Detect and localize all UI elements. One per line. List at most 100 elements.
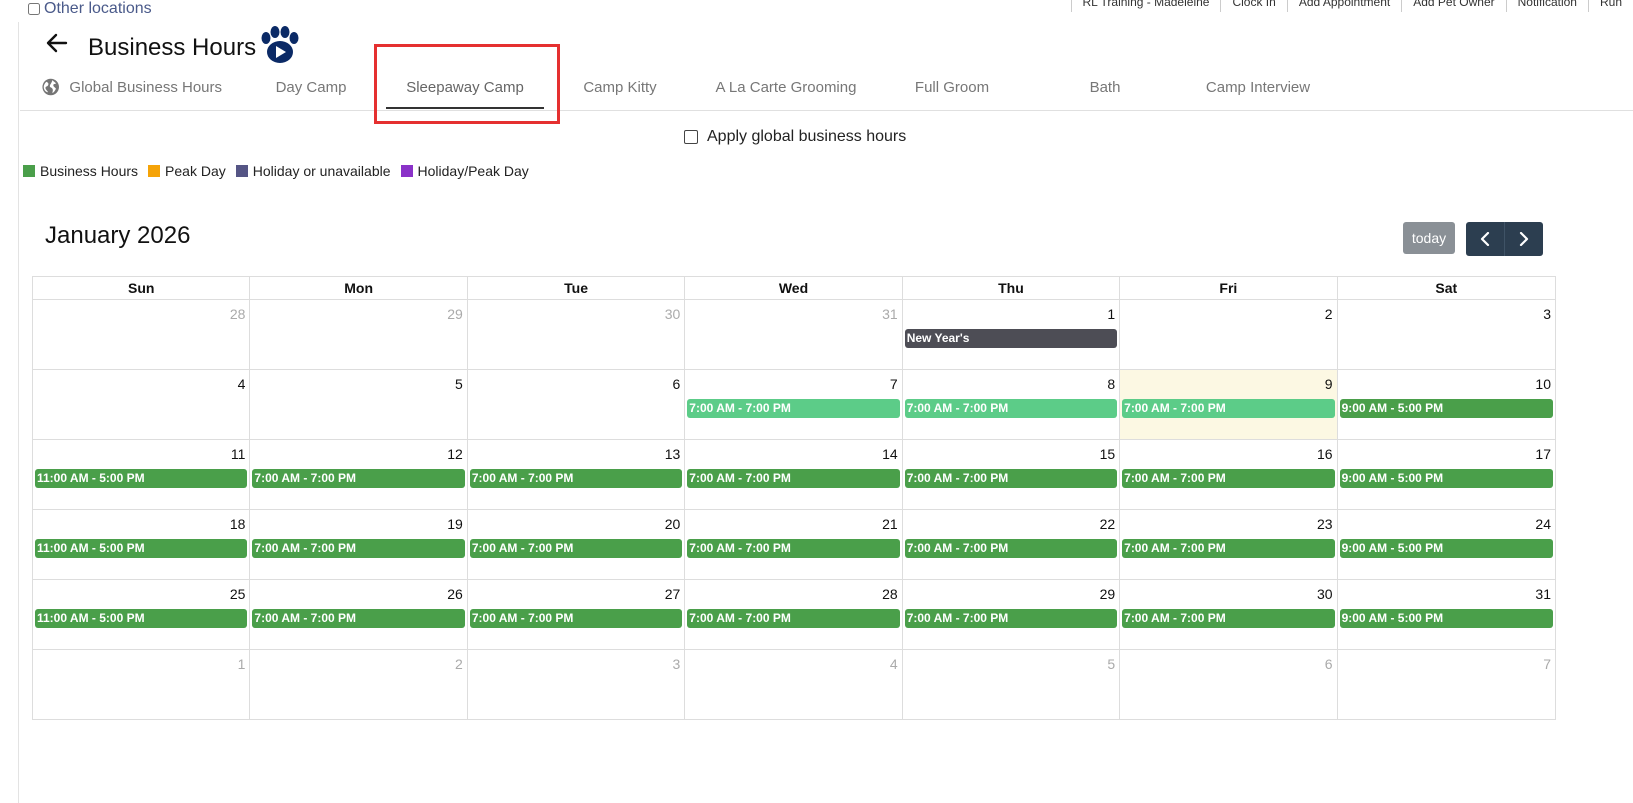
tab-sleepaway-camp[interactable]: Sleepaway Camp <box>386 64 544 110</box>
calendar-day-cell[interactable]: 1 <box>33 650 251 719</box>
holiday-event[interactable]: New Year's <box>904 329 1118 348</box>
business-hours-event[interactable]: 7:00 AM - 7:00 PM <box>687 609 900 628</box>
day-number[interactable]: 16 <box>1317 446 1333 462</box>
business-hours-event[interactable]: 11:00 AM - 5:00 PM <box>35 469 248 488</box>
business-hours-event[interactable]: 7:00 AM - 7:00 PM <box>687 539 900 558</box>
nav-add-pet-owner[interactable]: Add Pet Owner <box>1401 0 1505 12</box>
calendar-day-cell[interactable]: 22 7:00 AM - 7:00 PM <box>903 510 1121 579</box>
tab-a-la-carte-grooming[interactable]: A La Carte Grooming <box>706 64 866 110</box>
calendar-day-cell[interactable]: 5 <box>250 370 468 439</box>
apply-global-toggle[interactable]: Apply global business hours <box>684 128 906 146</box>
day-number[interactable]: 22 <box>1100 516 1116 532</box>
business-hours-event[interactable]: 7:00 AM - 7:00 PM <box>1122 469 1335 488</box>
calendar-day-cell[interactable]: 11 11:00 AM - 5:00 PM <box>33 440 251 509</box>
prev-month-button[interactable] <box>1466 222 1504 256</box>
calendar-day-cell[interactable]: 12 7:00 AM - 7:00 PM <box>250 440 468 509</box>
day-number[interactable]: 17 <box>1535 446 1551 462</box>
day-number[interactable]: 18 <box>230 516 246 532</box>
other-locations-checkbox[interactable] <box>28 3 40 15</box>
calendar-day-cell[interactable]: 16 7:00 AM - 7:00 PM <box>1120 440 1338 509</box>
calendar-day-cell[interactable]: 8 7:00 AM - 7:00 PM <box>903 370 1121 439</box>
tab-bath[interactable]: Bath <box>1060 64 1150 110</box>
day-number[interactable]: 29 <box>447 306 463 322</box>
business-hours-event[interactable]: 11:00 AM - 5:00 PM <box>35 539 248 558</box>
calendar-day-cell[interactable]: 31 <box>685 300 903 369</box>
calendar-day-cell[interactable]: 13 7:00 AM - 7:00 PM <box>468 440 686 509</box>
calendar-day-cell[interactable]: 15 7:00 AM - 7:00 PM <box>903 440 1121 509</box>
business-hours-event[interactable]: 7:00 AM - 7:00 PM <box>904 539 1118 558</box>
calendar-day-cell[interactable]: 30 <box>468 300 686 369</box>
day-number[interactable]: 23 <box>1317 516 1333 532</box>
day-number[interactable]: 6 <box>672 376 680 392</box>
tab-camp-interview[interactable]: Camp Interview <box>1196 64 1320 110</box>
day-number[interactable]: 1 <box>1107 306 1115 322</box>
calendar-day-cell[interactable]: 1 New Year's <box>903 300 1121 369</box>
calendar-day-cell[interactable]: 6 <box>1120 650 1338 719</box>
calendar-day-cell[interactable]: 5 <box>903 650 1121 719</box>
day-number[interactable]: 1 <box>238 656 246 672</box>
day-number[interactable]: 28 <box>882 586 898 602</box>
day-number[interactable]: 3 <box>1543 306 1551 322</box>
day-number[interactable]: 2 <box>455 656 463 672</box>
business-hours-event[interactable]: 7:00 AM - 7:00 PM <box>1122 399 1335 418</box>
business-hours-event[interactable]: 7:00 AM - 7:00 PM <box>1122 539 1335 558</box>
calendar-day-cell[interactable]: 21 7:00 AM - 7:00 PM <box>685 510 903 579</box>
other-locations-toggle[interactable]: Other locations <box>28 0 152 18</box>
calendar-day-cell[interactable]: 28 7:00 AM - 7:00 PM <box>685 580 903 649</box>
day-number[interactable]: 30 <box>665 306 681 322</box>
calendar-day-cell[interactable]: 10 9:00 AM - 5:00 PM <box>1338 370 1555 439</box>
day-number[interactable]: 9 <box>1325 376 1333 392</box>
calendar-day-cell[interactable]: 30 7:00 AM - 7:00 PM <box>1120 580 1338 649</box>
day-number[interactable]: 10 <box>1535 376 1551 392</box>
tab-camp-kitty[interactable]: Camp Kitty <box>570 64 670 110</box>
calendar-day-cell[interactable]: 3 <box>468 650 686 719</box>
business-hours-event[interactable]: 9:00 AM - 5:00 PM <box>1339 539 1553 558</box>
business-hours-event[interactable]: 7:00 AM - 7:00 PM <box>469 539 683 558</box>
business-hours-event[interactable]: 7:00 AM - 7:00 PM <box>687 399 900 418</box>
calendar-day-cell[interactable]: 29 7:00 AM - 7:00 PM <box>903 580 1121 649</box>
day-number[interactable]: 31 <box>882 306 898 322</box>
day-number[interactable]: 30 <box>1317 586 1333 602</box>
business-hours-event[interactable]: 11:00 AM - 5:00 PM <box>35 609 248 628</box>
calendar-day-cell[interactable]: 26 7:00 AM - 7:00 PM <box>250 580 468 649</box>
calendar-day-cell[interactable]: 31 9:00 AM - 5:00 PM <box>1338 580 1555 649</box>
business-hours-event[interactable]: 7:00 AM - 7:00 PM <box>469 469 683 488</box>
day-number[interactable]: 5 <box>1107 656 1115 672</box>
day-number[interactable]: 21 <box>882 516 898 532</box>
next-month-button[interactable] <box>1504 222 1543 256</box>
day-number[interactable]: 2 <box>1325 306 1333 322</box>
calendar-day-cell[interactable]: 28 <box>33 300 251 369</box>
business-hours-event[interactable]: 9:00 AM - 5:00 PM <box>1339 469 1553 488</box>
day-number[interactable]: 11 <box>231 446 246 462</box>
day-number[interactable]: 7 <box>1543 656 1551 672</box>
calendar-day-cell[interactable]: 17 9:00 AM - 5:00 PM <box>1338 440 1555 509</box>
day-number[interactable]: 14 <box>882 446 898 462</box>
apply-global-checkbox[interactable] <box>684 130 698 144</box>
business-hours-event[interactable]: 7:00 AM - 7:00 PM <box>469 609 683 628</box>
day-number[interactable]: 4 <box>890 656 898 672</box>
calendar-day-cell[interactable]: 20 7:00 AM - 7:00 PM <box>468 510 686 579</box>
day-number[interactable]: 6 <box>1325 656 1333 672</box>
day-number[interactable]: 25 <box>230 586 246 602</box>
business-hours-event[interactable]: 7:00 AM - 7:00 PM <box>1122 609 1335 628</box>
day-number[interactable]: 26 <box>447 586 463 602</box>
calendar-day-cell[interactable]: 7 7:00 AM - 7:00 PM <box>685 370 903 439</box>
calendar-day-cell[interactable]: 18 11:00 AM - 5:00 PM <box>33 510 251 579</box>
calendar-day-cell[interactable]: 29 <box>250 300 468 369</box>
calendar-day-cell[interactable]: 27 7:00 AM - 7:00 PM <box>468 580 686 649</box>
calendar-day-cell[interactable]: 25 11:00 AM - 5:00 PM <box>33 580 251 649</box>
business-hours-event[interactable]: 7:00 AM - 7:00 PM <box>904 469 1118 488</box>
paw-play-icon[interactable] <box>258 26 302 64</box>
day-number[interactable]: 31 <box>1535 586 1551 602</box>
day-number[interactable]: 28 <box>230 306 246 322</box>
calendar-day-cell[interactable]: 23 7:00 AM - 7:00 PM <box>1120 510 1338 579</box>
day-number[interactable]: 4 <box>238 376 246 392</box>
today-button[interactable]: today <box>1403 222 1455 254</box>
day-number[interactable]: 15 <box>1100 446 1116 462</box>
business-hours-event[interactable]: 9:00 AM - 5:00 PM <box>1339 399 1553 418</box>
nav-user-location[interactable]: RL Training - Madeleine <box>1070 0 1221 12</box>
calendar-day-cell[interactable]: 4 <box>33 370 251 439</box>
calendar-day-cell[interactable]: 6 <box>468 370 686 439</box>
calendar-day-cell[interactable]: 2 <box>1120 300 1338 369</box>
calendar-day-cell[interactable]: 9 7:00 AM - 7:00 PM <box>1120 370 1338 439</box>
